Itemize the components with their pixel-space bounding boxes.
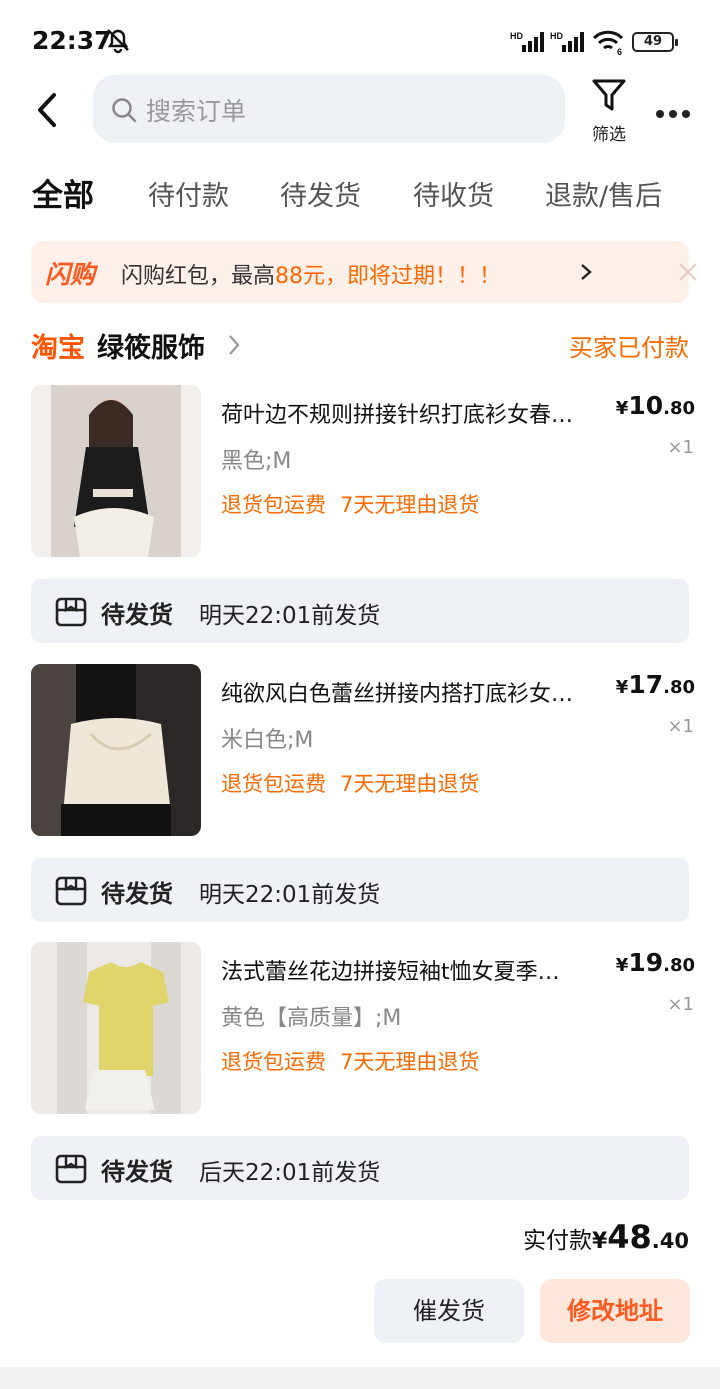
shop-name[interactable]: 绿筱服饰 xyxy=(97,326,205,365)
promo-amount: 88元 xyxy=(275,264,326,289)
svg-text:HD: HD xyxy=(510,31,523,41)
search-icon xyxy=(111,97,137,127)
filter-label: 筛选 xyxy=(592,125,626,145)
tab-pending-payment[interactable]: 待付款 xyxy=(148,174,229,213)
item-price: ¥19.80 xyxy=(615,948,695,977)
item-sku: 黄色【高质量】;M xyxy=(221,1006,402,1031)
bottom-divider xyxy=(0,1367,720,1389)
package-icon xyxy=(55,876,87,910)
svg-text:HD: HD xyxy=(550,31,563,41)
item-tags: 退货包运费 7天无理由退货 xyxy=(221,1046,479,1076)
product-thumbnail[interactable] xyxy=(31,664,201,836)
wifi-icon: 6 xyxy=(591,28,625,60)
item-title: 法式蕾丝花边拼接短袖t恤女夏季… xyxy=(221,960,560,985)
shipping-info[interactable]: 待发货 后天22:01前发货 xyxy=(31,1136,689,1200)
promo-text: 闪购红包，最高88元，即将过期！！！ xyxy=(121,264,502,289)
shop-header[interactable]: 淘宝 绿筱服饰 买家已付款 xyxy=(31,326,689,366)
more-menu-button[interactable] xyxy=(656,103,695,122)
cell-signal-icon: HD xyxy=(550,30,586,58)
chevron-left-icon xyxy=(38,93,56,127)
item-tags: 退货包运费 7天无理由退货 xyxy=(221,489,479,519)
item-sku: 米白色;M xyxy=(221,728,314,753)
item-price: ¥17.80 xyxy=(615,670,695,699)
dot-icon xyxy=(682,110,690,118)
shipping-status: 待发货 xyxy=(101,1158,173,1186)
bell-muted-icon xyxy=(104,26,132,58)
tag-7day-return: 7天无理由退货 xyxy=(340,1050,480,1074)
filter-button[interactable]: 筛选 xyxy=(584,78,634,148)
chevron-right-icon xyxy=(227,334,241,360)
item-quantity: ×1 xyxy=(667,994,694,1015)
funnel-icon xyxy=(592,79,626,111)
package-icon xyxy=(55,1154,87,1188)
tag-7day-return: 7天无理由退货 xyxy=(340,493,480,517)
dot-icon xyxy=(656,110,664,118)
shipping-status: 待发货 xyxy=(101,880,173,908)
search-placeholder: 搜索订单 xyxy=(146,97,247,126)
item-quantity: ×1 xyxy=(667,437,694,458)
shipping-status: 待发货 xyxy=(101,601,173,629)
change-address-button[interactable]: 修改地址 xyxy=(540,1279,690,1343)
order-item[interactable]: 纯欲风白色蕾丝拼接内搭打底衫女… 米白色;M 退货包运费 7天无理由退货 ¥17.… xyxy=(31,664,695,836)
shipping-deadline: 后天22:01前发货 xyxy=(199,1160,381,1186)
tag-return-shipping: 退货包运费 xyxy=(221,1050,326,1074)
tab-pending-receipt[interactable]: 待收货 xyxy=(413,174,494,213)
back-button[interactable] xyxy=(34,92,64,128)
shipping-deadline: 明天22:01前发货 xyxy=(199,882,381,908)
order-item[interactable]: 法式蕾丝花边拼接短袖t恤女夏季… 黄色【高质量】;M 退货包运费 7天无理由退货 … xyxy=(31,942,695,1114)
order-item[interactable]: 荷叶边不规则拼接针织打底衫女春… 黑色;M 退货包运费 7天无理由退货 ¥10.8… xyxy=(31,385,695,557)
item-title: 纯欲风白色蕾丝拼接内搭打底衫女… xyxy=(221,682,574,707)
promo-banner[interactable]: 闪购 闪购红包，最高88元，即将过期！！！ xyxy=(31,241,697,303)
taobao-logo: 淘宝 xyxy=(31,333,85,364)
tag-return-shipping: 退货包运费 xyxy=(221,493,326,517)
urge-shipment-button[interactable]: 催发货 xyxy=(374,1279,524,1343)
tab-refund-aftersale[interactable]: 退款/售后 xyxy=(545,174,662,213)
status-bar: 22:37 HD HD 6 49 xyxy=(0,0,720,80)
search-input[interactable]: 搜索订单 xyxy=(93,75,565,143)
item-tags: 退货包运费 7天无理由退货 xyxy=(221,768,479,798)
item-quantity: ×1 xyxy=(667,716,694,737)
clock: 22:37 xyxy=(32,26,112,55)
item-title: 荷叶边不规则拼接针织打底衫女春… xyxy=(221,403,574,428)
svg-text:6: 6 xyxy=(617,47,622,56)
shipping-info[interactable]: 待发货 明天22:01前发货 xyxy=(31,579,689,643)
item-price: ¥10.80 xyxy=(615,391,695,420)
total-label: 实付款 xyxy=(522,1228,592,1254)
tag-return-shipping: 退货包运费 xyxy=(221,772,326,796)
order-tabs: 全部 待付款 待发货 待收货 退款/售后 xyxy=(0,170,720,218)
tab-all[interactable]: 全部 xyxy=(32,170,94,215)
close-icon[interactable] xyxy=(677,261,699,287)
order-total: 实付款¥48.40 xyxy=(522,1218,689,1256)
item-sku: 黑色;M xyxy=(221,449,292,474)
tab-pending-shipment[interactable]: 待发货 xyxy=(280,174,361,213)
battery-icon: 49 xyxy=(632,32,678,52)
chevron-right-icon xyxy=(580,263,592,285)
product-thumbnail[interactable] xyxy=(31,942,201,1114)
promo-logo: 闪购 xyxy=(45,260,96,289)
tag-7day-return: 7天无理由退货 xyxy=(340,772,480,796)
cell-signal-icon: HD xyxy=(510,30,546,58)
dot-icon xyxy=(669,110,677,118)
shipping-deadline: 明天22:01前发货 xyxy=(199,603,381,629)
product-thumbnail[interactable] xyxy=(31,385,201,557)
shipping-info[interactable]: 待发货 明天22:01前发货 xyxy=(31,858,689,922)
order-status: 买家已付款 xyxy=(569,334,689,362)
package-icon xyxy=(55,597,87,631)
